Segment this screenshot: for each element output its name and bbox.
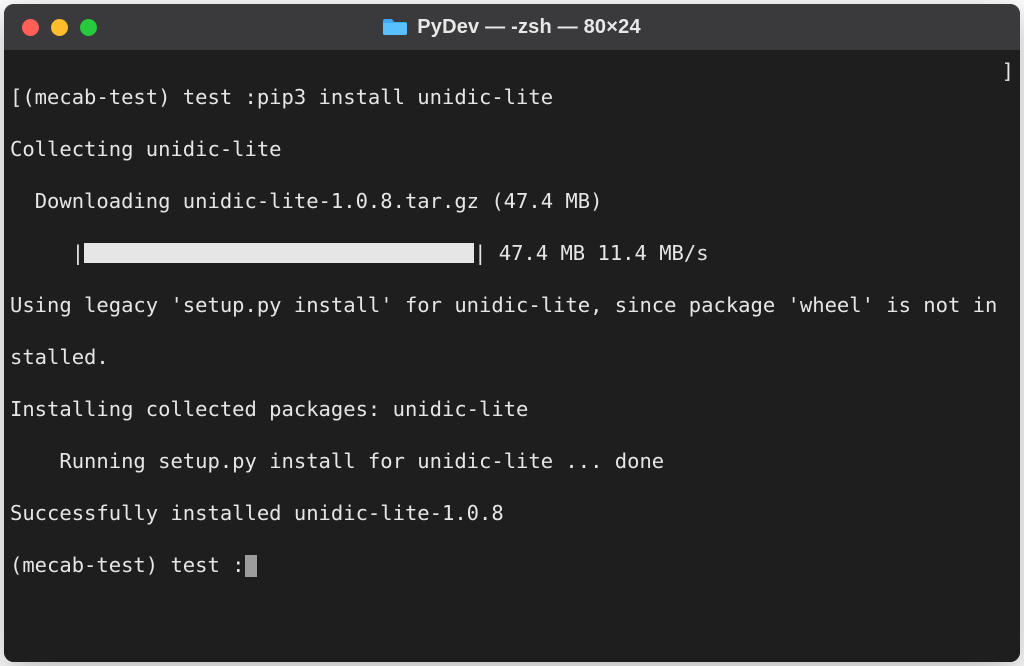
minimize-button[interactable] <box>51 19 68 36</box>
cursor <box>245 555 257 577</box>
progress-prefix: | <box>10 240 84 266</box>
close-bracket: ] <box>1002 58 1014 84</box>
prompt-1: (mecab-test) test : <box>22 85 257 109</box>
folder-icon <box>383 17 407 37</box>
maximize-button[interactable] <box>80 19 97 36</box>
output-running: Running setup.py install for unidic-lite… <box>10 448 1014 474</box>
output-legacy-1: Using legacy 'setup.py install' for unid… <box>10 292 1014 318</box>
progress-suffix: | 47.4 MB 11.4 MB/s <box>474 240 709 266</box>
prompt-line-2: (mecab-test) test : <box>10 552 1014 578</box>
progress-line: | | 47.4 MB 11.4 MB/s <box>10 240 1014 266</box>
open-bracket: [ <box>10 85 22 109</box>
progress-bar <box>84 243 474 263</box>
output-success: Successfully installed unidic-lite-1.0.8 <box>10 500 1014 526</box>
output-downloading: Downloading unidic-lite-1.0.8.tar.gz (47… <box>10 188 1014 214</box>
terminal-window: PyDev — -zsh — 80×24 [(mecab-test) test … <box>4 4 1020 662</box>
close-button[interactable] <box>22 19 39 36</box>
traffic-lights <box>4 19 97 36</box>
title-wrap: PyDev — -zsh — 80×24 <box>383 16 641 39</box>
window-title: PyDev — -zsh — 80×24 <box>417 16 641 39</box>
output-legacy-2: stalled. <box>10 344 1014 370</box>
output-collecting: Collecting unidic-lite <box>10 136 1014 162</box>
command-1: pip3 install unidic-lite <box>257 85 553 109</box>
prompt-line-1: [(mecab-test) test :pip3 install unidic-… <box>10 84 1014 110</box>
prompt-2: (mecab-test) test : <box>10 553 245 577</box>
output-installing: Installing collected packages: unidic-li… <box>10 396 1014 422</box>
terminal-body[interactable]: [(mecab-test) test :pip3 install unidic-… <box>4 50 1020 662</box>
window-titlebar[interactable]: PyDev — -zsh — 80×24 <box>4 4 1020 50</box>
